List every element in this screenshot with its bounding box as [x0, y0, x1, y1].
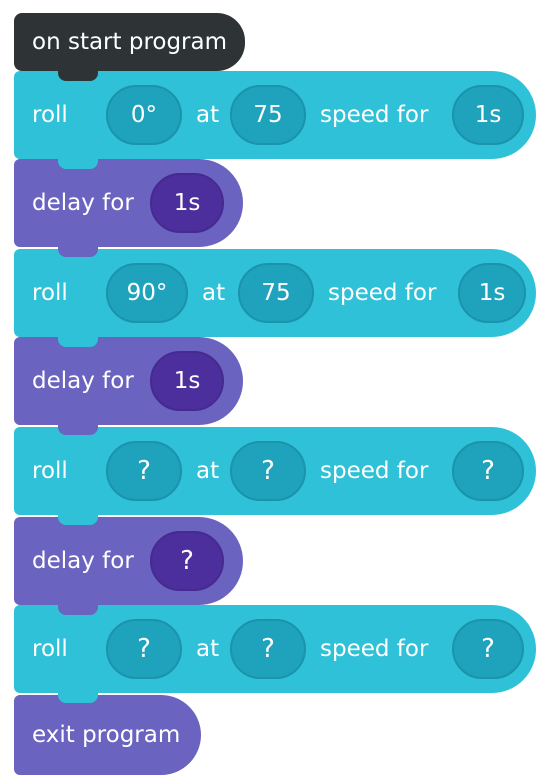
at-label: at: [196, 458, 220, 484]
delay-duration-input[interactable]: 1s: [150, 173, 224, 233]
heading-input[interactable]: 0°: [106, 85, 182, 145]
heading-input[interactable]: ?: [106, 619, 182, 679]
roll-block[interactable]: roll ? at ? speed for ?: [14, 427, 536, 525]
heading-input[interactable]: 90°: [106, 263, 188, 323]
delay-duration-input[interactable]: ?: [150, 531, 224, 591]
roll-block[interactable]: roll ? at ? speed for ?: [14, 605, 536, 703]
speed-input[interactable]: ?: [230, 619, 306, 679]
duration-input[interactable]: 1s: [458, 263, 526, 323]
delay-block[interactable]: delay for ?: [14, 517, 243, 615]
delay-for-label: delay for: [32, 548, 134, 574]
delay-duration-input[interactable]: 1s: [150, 351, 224, 411]
speed-for-label: speed for: [320, 458, 429, 484]
speed-for-label: speed for: [320, 636, 429, 662]
delay-block[interactable]: delay for 1s: [14, 337, 243, 435]
roll-label: roll: [32, 636, 68, 662]
speed-input[interactable]: 75: [230, 85, 306, 145]
roll-block[interactable]: roll 90° at 75 speed for 1s: [14, 249, 536, 347]
duration-input[interactable]: ?: [452, 441, 524, 501]
delay-for-label: delay for: [32, 368, 134, 394]
duration-input[interactable]: ?: [452, 619, 524, 679]
speed-for-label: speed for: [328, 280, 437, 306]
roll-label: roll: [32, 458, 68, 484]
at-label: at: [196, 636, 220, 662]
duration-input[interactable]: 1s: [452, 85, 524, 145]
exit-program-label: exit program: [32, 722, 181, 748]
at-label: at: [196, 102, 220, 128]
delay-for-label: delay for: [32, 190, 134, 216]
on-start-program-label: on start program: [32, 29, 228, 55]
heading-input[interactable]: ?: [106, 441, 182, 501]
exit-program-block[interactable]: exit program: [14, 695, 201, 775]
roll-label: roll: [32, 280, 68, 306]
block-program: on start program roll 0° at 75 speed for…: [0, 0, 541, 779]
delay-block[interactable]: delay for 1s: [14, 159, 243, 257]
on-start-program-block[interactable]: on start program: [14, 13, 245, 81]
at-label: at: [202, 280, 226, 306]
speed-for-label: speed for: [320, 102, 429, 128]
speed-input[interactable]: ?: [230, 441, 306, 501]
speed-input[interactable]: 75: [238, 263, 314, 323]
roll-block[interactable]: roll 0° at 75 speed for 1s: [14, 71, 536, 169]
roll-label: roll: [32, 102, 68, 128]
